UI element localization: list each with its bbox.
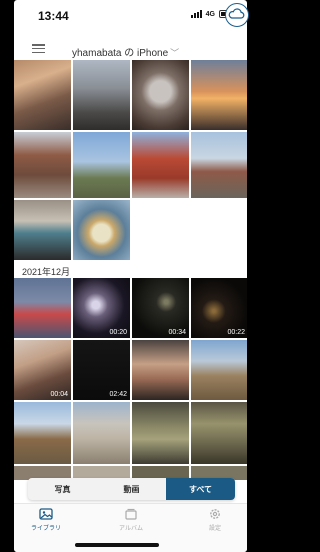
album-icon [125, 508, 137, 520]
network-label: 4G [205, 10, 215, 18]
device-selector[interactable]: yhamabata の iPhone ﹀ [72, 44, 179, 59]
menu-icon[interactable] [32, 44, 45, 54]
photo-row [14, 60, 247, 130]
tab-settings-label: 設定 [208, 526, 221, 532]
video-thumbnail[interactable]: 02:42 [73, 340, 130, 400]
video-thumbnail[interactable]: 00:22 [191, 278, 247, 338]
video-thumbnail[interactable]: 00:04 [14, 340, 71, 400]
photo-row: 00:04 02:42 [14, 340, 247, 400]
video-duration: 00:22 [227, 329, 245, 336]
video-duration: 00:20 [109, 329, 127, 336]
tab-settings[interactable]: 設定 [190, 508, 240, 532]
photo-thumbnail[interactable] [73, 60, 130, 130]
status-bar: 13:44 4G [14, 0, 247, 32]
video-thumbnail[interactable]: 00:34 [132, 278, 189, 338]
status-time: 13:44 [38, 9, 69, 23]
navigation-bar: yhamabata の iPhone ﹀ [14, 34, 247, 60]
video-duration: 02:42 [109, 391, 127, 398]
photo-thumbnail[interactable] [191, 402, 247, 464]
photo-thumbnail[interactable] [14, 200, 71, 260]
tab-library[interactable]: ライブラリ [21, 508, 71, 532]
video-thumbnail[interactable]: 00:20 [73, 278, 130, 338]
tab-albums-label: アルバム [119, 526, 143, 532]
cloud-button[interactable] [225, 3, 249, 27]
photo-thumbnail[interactable] [73, 200, 130, 260]
photo-thumbnail[interactable] [73, 132, 130, 198]
signal-icon [190, 10, 202, 18]
media-filter-control: 写真 動画 すべて [28, 478, 235, 500]
photo-thumbnail[interactable] [14, 132, 71, 198]
photo-thumbnail[interactable] [14, 60, 71, 130]
photo-thumbnail[interactable] [191, 60, 247, 130]
cloud-icon [228, 8, 245, 19]
photo-thumbnail[interactable] [73, 402, 130, 464]
photo-thumbnail[interactable] [132, 340, 189, 400]
photo-thumbnail[interactable] [191, 340, 247, 400]
tab-albums[interactable]: アルバム [106, 508, 156, 532]
photo-row [14, 200, 247, 260]
photo-row [14, 402, 247, 464]
photo-thumbnail[interactable] [14, 278, 71, 338]
section-date-label: 2021年12月 [22, 267, 71, 277]
filter-photos-button[interactable]: 写真 [28, 478, 97, 500]
tab-library-label: ライブラリ [30, 526, 61, 532]
filter-videos-button[interactable]: 動画 [97, 478, 166, 500]
device-name: yhamabata の iPhone [72, 48, 169, 59]
filter-all-button[interactable]: すべて [166, 478, 235, 500]
gear-icon [210, 509, 220, 519]
home-indicator [75, 543, 159, 547]
photo-thumbnail[interactable] [14, 402, 71, 464]
video-duration: 00:34 [168, 329, 186, 336]
photo-thumbnail[interactable] [191, 132, 247, 198]
photo-row [14, 132, 247, 198]
chevron-down-icon: ﹀ [170, 48, 180, 58]
photo-thumbnail[interactable] [132, 132, 189, 198]
photo-thumbnail[interactable] [132, 402, 189, 464]
photo-thumbnail[interactable] [132, 60, 189, 130]
video-duration: 00:04 [50, 391, 68, 398]
phone-screen: 13:44 4G yhamabata の iPhone ﹀ 2021年12月 0… [14, 0, 247, 552]
photo-row: 00:20 00:34 00:22 [14, 278, 247, 338]
library-icon [39, 508, 53, 520]
